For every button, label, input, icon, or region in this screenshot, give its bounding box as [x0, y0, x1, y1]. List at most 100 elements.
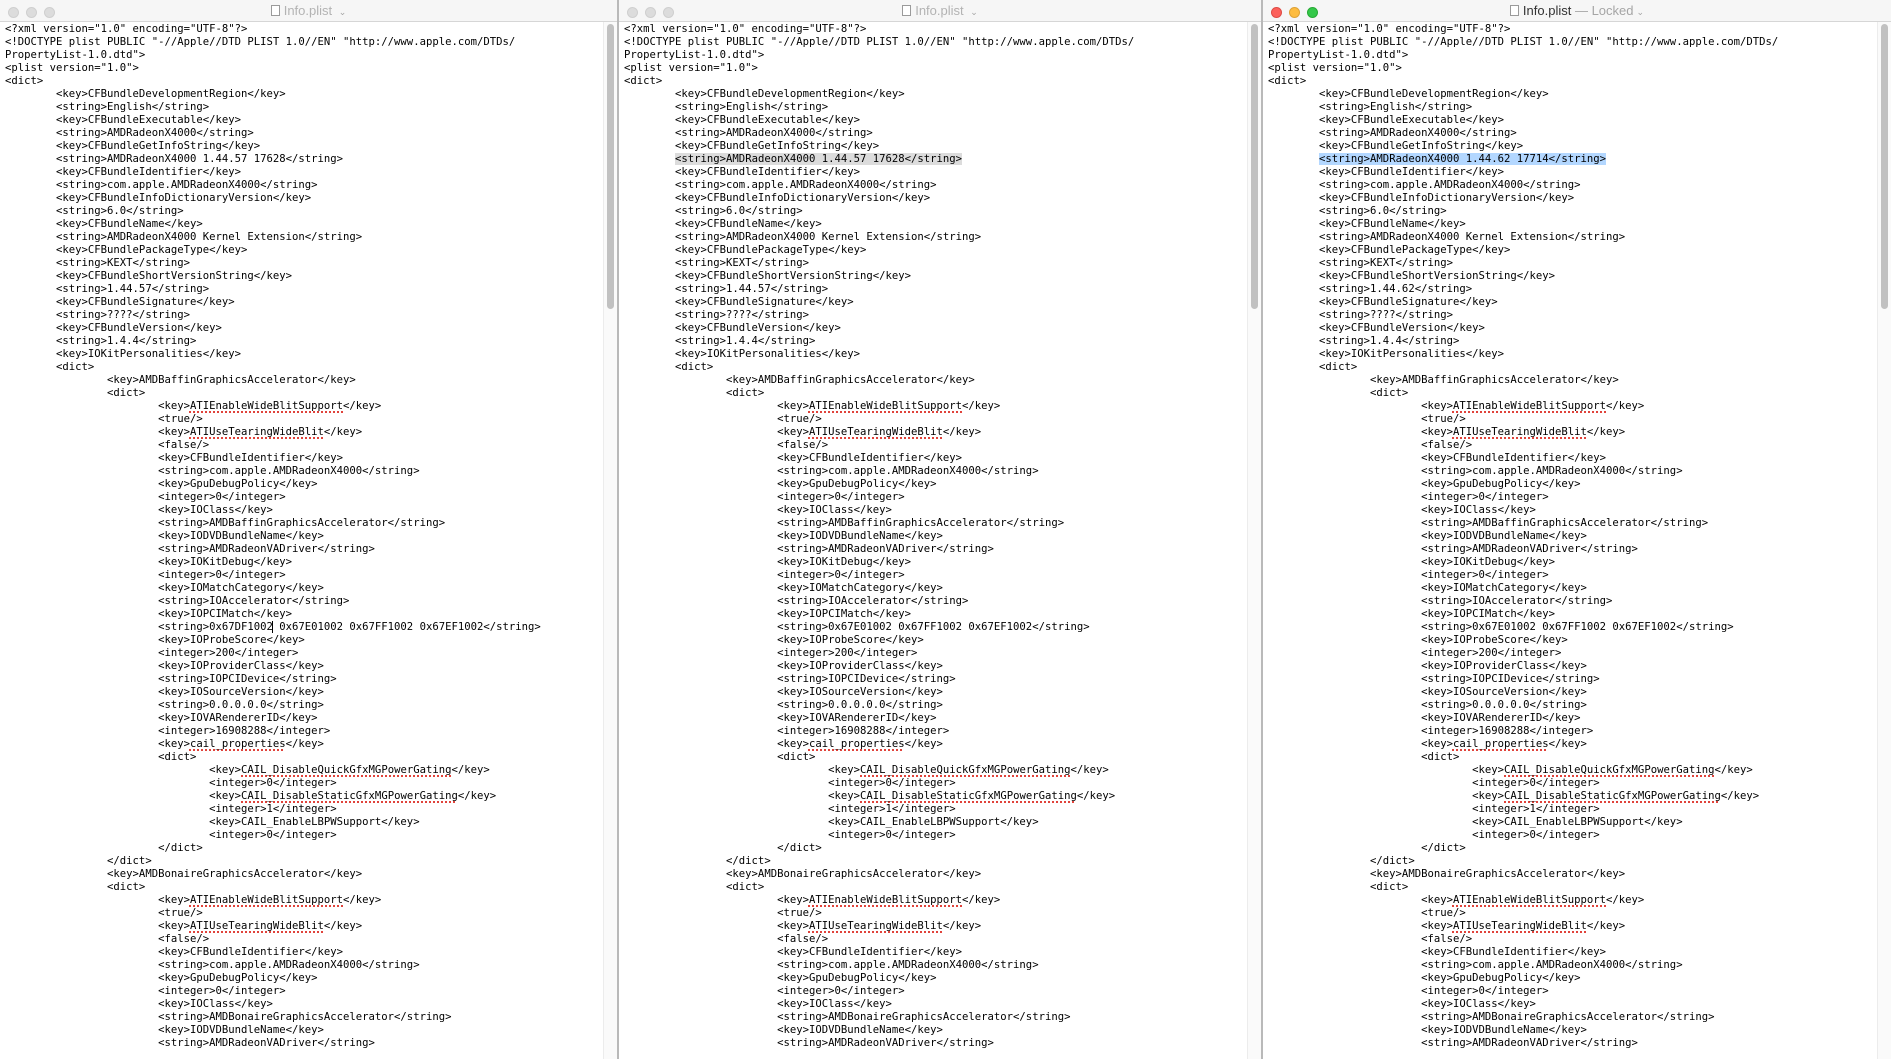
code-line[interactable]: <key>cail_properties</key> [624, 738, 1247, 751]
code-line[interactable]: <key>CAIL_DisableQuickGfxMGPowerGating</… [624, 764, 1247, 777]
code-line[interactable]: <key>CFBundleIdentifier</key> [624, 452, 1247, 465]
code-line[interactable]: <key>CAIL_DisableStaticGfxMGPowerGating<… [5, 790, 603, 803]
code-line[interactable]: <plist version="1.0"> [624, 62, 1247, 75]
text-editor[interactable]: <?xml version="1.0" encoding="UTF-8"?> <!… [1263, 22, 1877, 1059]
code-line[interactable]: <string>com.apple.AMDRadeonX4000</string… [5, 959, 603, 972]
code-line[interactable]: <integer>0</integer> [624, 777, 1247, 790]
code-line[interactable]: <key>IODVDBundleName</key> [5, 1024, 603, 1037]
code-line[interactable]: </dict> [1268, 842, 1877, 855]
code-line[interactable]: <?xml version="1.0" encoding="UTF-8"?> [1268, 23, 1877, 36]
code-line[interactable]: <string>English</string> [624, 101, 1247, 114]
code-line[interactable]: <key>AMDBaffinGraphicsAccelerator</key> [624, 374, 1247, 387]
code-line[interactable]: <integer>0</integer> [1268, 985, 1877, 998]
code-line[interactable]: <integer>16908288</integer> [5, 725, 603, 738]
code-line[interactable]: <string>AMDBaffinGraphicsAccelerator</st… [624, 517, 1247, 530]
editor-text[interactable]: <?xml version="1.0" encoding="UTF-8"?> <!… [5, 23, 603, 1050]
code-line[interactable]: <key>CFBundleVersion</key> [624, 322, 1247, 335]
code-line[interactable]: <integer>1</integer> [5, 803, 603, 816]
code-line[interactable]: <dict> [5, 751, 603, 764]
code-line[interactable]: <string>AMDBaffinGraphicsAccelerator</st… [5, 517, 603, 530]
code-line[interactable]: <true/> [5, 907, 603, 920]
code-line[interactable]: <string>AMDRadeonVADriver</string> [5, 543, 603, 556]
code-line[interactable]: <dict> [624, 387, 1247, 400]
code-line[interactable]: <key>CFBundleInfoDictionaryVersion</key> [5, 192, 603, 205]
code-line[interactable]: <integer>1</integer> [1268, 803, 1877, 816]
code-line[interactable]: <key>CAIL_EnableLBPWSupport</key> [624, 816, 1247, 829]
code-line[interactable]: <key>cail_properties</key> [1268, 738, 1877, 751]
code-line[interactable]: <key>IOClass</key> [624, 998, 1247, 1011]
code-line[interactable]: <key>IODVDBundleName</key> [624, 530, 1247, 543]
title-bar[interactable]: Info.plist ⌄ [0, 0, 617, 22]
code-line[interactable]: <key>CFBundleGetInfoString</key> [1268, 140, 1877, 153]
code-line[interactable]: <string>com.apple.AMDRadeonX4000</string… [624, 959, 1247, 972]
code-line[interactable]: <key>IOSourceVersion</key> [1268, 686, 1877, 699]
code-line[interactable]: <key>ATIUseTearingWideBlit</key> [624, 426, 1247, 439]
code-line[interactable]: <true/> [1268, 907, 1877, 920]
code-line[interactable]: <integer>0</integer> [5, 491, 603, 504]
code-line[interactable]: <key>CFBundleIdentifier</key> [624, 166, 1247, 179]
code-line[interactable]: <key>CFBundleSignature</key> [624, 296, 1247, 309]
code-line[interactable]: <key>IODVDBundleName</key> [5, 530, 603, 543]
code-line[interactable]: <dict> [1268, 881, 1877, 894]
code-line[interactable]: <key>ATIEnableWideBlitSupport</key> [1268, 894, 1877, 907]
code-line[interactable]: <key>GpuDebugPolicy</key> [5, 478, 603, 491]
code-line[interactable]: <key>CFBundleGetInfoString</key> [624, 140, 1247, 153]
code-line[interactable]: </dict> [5, 855, 603, 868]
code-line[interactable]: <key>CFBundleGetInfoString</key> [5, 140, 603, 153]
window-title[interactable]: Info.plist ⌄ [0, 3, 617, 18]
code-line[interactable]: <key>GpuDebugPolicy</key> [1268, 478, 1877, 491]
code-line[interactable]: <key>IOKitDebug</key> [5, 556, 603, 569]
code-line[interactable]: <string>AMDBonaireGraphicsAccelerator</s… [1268, 1011, 1877, 1024]
code-line[interactable]: <string>com.apple.AMDRadeonX4000</string… [5, 179, 603, 192]
window-title[interactable]: Info.plist ⌄ [619, 3, 1261, 18]
code-line[interactable]: <dict> [5, 387, 603, 400]
title-bar[interactable]: Info.plist ⌄ [619, 0, 1261, 22]
code-line[interactable]: <plist version="1.0"> [5, 62, 603, 75]
code-line[interactable]: <false/> [624, 439, 1247, 452]
code-line[interactable]: <key>IOKitPersonalities</key> [624, 348, 1247, 361]
code-line[interactable]: <true/> [624, 907, 1247, 920]
code-line[interactable]: <string>IOAccelerator</string> [1268, 595, 1877, 608]
code-line[interactable]: <key>IOKitPersonalities</key> [1268, 348, 1877, 361]
code-line[interactable]: <false/> [1268, 439, 1877, 452]
code-line[interactable]: <key>ATIUseTearingWideBlit</key> [624, 920, 1247, 933]
code-line[interactable]: <?xml version="1.0" encoding="UTF-8"?> [624, 23, 1247, 36]
code-line[interactable]: <string>com.apple.AMDRadeonX4000</string… [1268, 959, 1877, 972]
code-line[interactable]: <key>ATIEnableWideBlitSupport</key> [1268, 400, 1877, 413]
code-line[interactable]: <string>AMDRadeonX4000 Kernel Extension<… [624, 231, 1247, 244]
vertical-scrollbar[interactable] [1247, 22, 1261, 1059]
code-line[interactable]: <false/> [1268, 933, 1877, 946]
code-line[interactable]: <key>CFBundleIdentifier</key> [5, 946, 603, 959]
code-line[interactable]: <string>????</string> [1268, 309, 1877, 322]
code-line[interactable]: <key>CFBundleInfoDictionaryVersion</key> [624, 192, 1247, 205]
code-line[interactable]: <key>IOSourceVersion</key> [624, 686, 1247, 699]
code-line[interactable]: <key>CFBundleExecutable</key> [5, 114, 603, 127]
code-line[interactable]: <string>AMDRadeonX4000 Kernel Extension<… [1268, 231, 1877, 244]
code-line[interactable]: <key>ATIUseTearingWideBlit</key> [1268, 920, 1877, 933]
code-line[interactable]: </dict> [624, 855, 1247, 868]
scrollbar-thumb[interactable] [607, 24, 614, 309]
code-line[interactable]: <key>IOKitDebug</key> [624, 556, 1247, 569]
code-line[interactable]: <key>CFBundleInfoDictionaryVersion</key> [1268, 192, 1877, 205]
code-line[interactable]: <string>0x67E01002 0x67FF1002 0x67EF1002… [1268, 621, 1877, 634]
code-line[interactable]: <key>cail_properties</key> [5, 738, 603, 751]
code-line[interactable]: <string>English</string> [5, 101, 603, 114]
code-line[interactable]: </dict> [5, 842, 603, 855]
code-line[interactable]: <key>IOVARendererID</key> [5, 712, 603, 725]
code-line[interactable]: <string>1.4.4</string> [624, 335, 1247, 348]
code-line[interactable]: <integer>0</integer> [5, 569, 603, 582]
code-line[interactable]: <string>AMDRadeonX4000</string> [5, 127, 603, 140]
code-line[interactable]: <integer>0</integer> [5, 777, 603, 790]
code-line[interactable]: <key>CAIL_DisableStaticGfxMGPowerGating<… [624, 790, 1247, 803]
code-line[interactable]: <key>IOProbeScore</key> [5, 634, 603, 647]
code-line[interactable]: <key>IOMatchCategory</key> [1268, 582, 1877, 595]
code-line[interactable]: <key>AMDBaffinGraphicsAccelerator</key> [1268, 374, 1877, 387]
editor-window-1[interactable]: Info.plist ⌄ <?xml version="1.0" encodin… [0, 0, 617, 1059]
code-line[interactable]: <key>IOProviderClass</key> [1268, 660, 1877, 673]
code-line[interactable]: <integer>0</integer> [624, 985, 1247, 998]
code-line[interactable]: <string>com.apple.AMDRadeonX4000</string… [624, 179, 1247, 192]
code-line[interactable]: <false/> [5, 933, 603, 946]
scrollbar-thumb[interactable] [1881, 24, 1888, 309]
code-line[interactable]: <string>6.0</string> [624, 205, 1247, 218]
code-line[interactable]: <key>IOProviderClass</key> [5, 660, 603, 673]
